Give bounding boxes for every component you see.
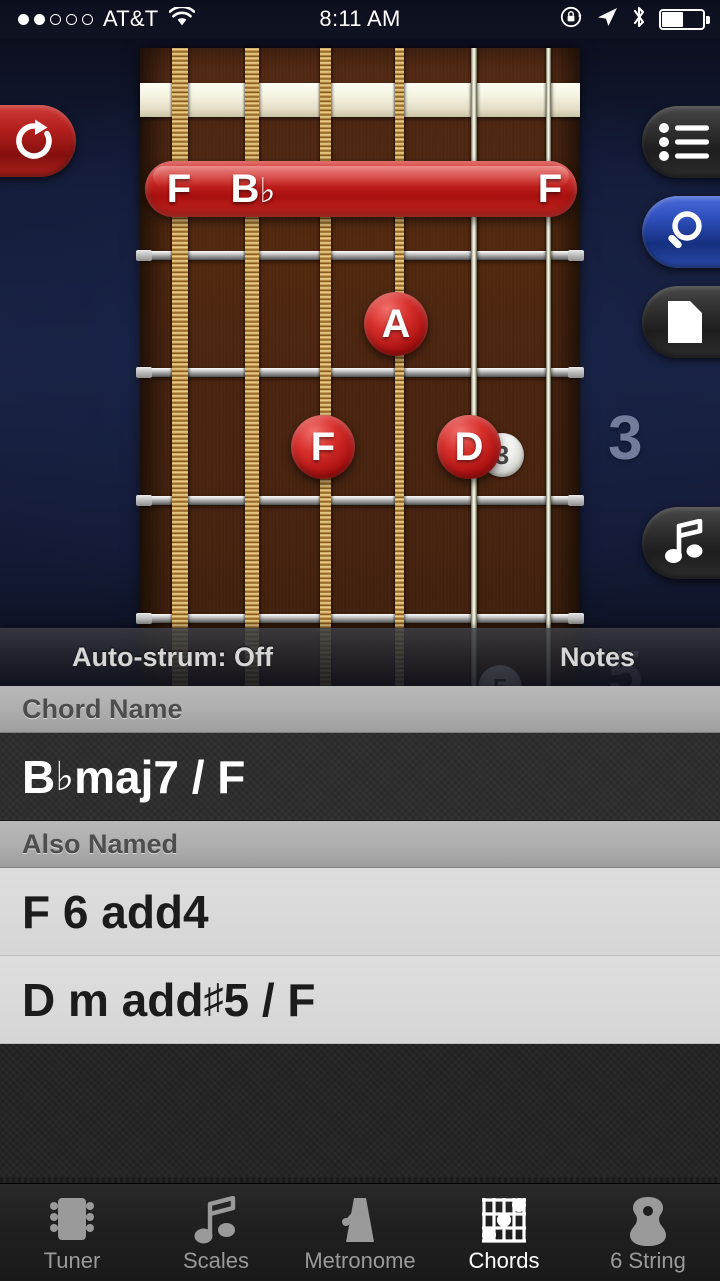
tab-label: Metronome xyxy=(304,1247,416,1273)
guitar-string-5[interactable] xyxy=(245,48,259,686)
chord-name-accidental: ♭ xyxy=(55,754,75,799)
alt-name-rest: 5 / F xyxy=(223,973,316,1026)
fretboard-nut xyxy=(140,83,580,117)
tab-metronome[interactable]: Metronome xyxy=(288,1184,432,1281)
note-marker-f[interactable]: F xyxy=(291,415,355,479)
tab-label: 6 String xyxy=(610,1247,686,1273)
tab-chords[interactable]: Chords xyxy=(432,1184,576,1281)
barre-chord-bar[interactable]: F B♭ F xyxy=(145,161,577,217)
status-bar: AT&T 8:11 AM xyxy=(0,0,720,38)
barre-label-string6: F xyxy=(166,166,192,211)
auto-strum-toggle[interactable]: Auto-strum: Off xyxy=(72,642,273,673)
alt-name-row[interactable]: F 6 add4 xyxy=(0,868,720,956)
tab-6-string[interactable]: 6 String xyxy=(576,1184,720,1281)
list-button[interactable] xyxy=(642,106,720,178)
tab-label: Chords xyxy=(468,1247,540,1273)
page-icon xyxy=(666,299,704,345)
guitar-body-icon xyxy=(623,1194,673,1246)
alt-name-row[interactable]: D m add ♯ 5 / F xyxy=(0,956,720,1044)
fret-wire xyxy=(136,250,584,261)
tab-label: Scales xyxy=(182,1247,250,1273)
chord-name-root: B xyxy=(22,750,56,803)
chord-diagram-stage: 3 5 F B♭ F A F D 3 5 xyxy=(0,38,720,686)
fret-wire xyxy=(136,613,584,624)
fret-wire xyxy=(136,367,584,378)
chord-diagram-icon xyxy=(478,1194,530,1246)
metronome-icon xyxy=(335,1194,385,1246)
guitar-string-3[interactable] xyxy=(395,48,404,686)
music-note-icon xyxy=(191,1194,241,1246)
guitar-string-4[interactable] xyxy=(320,48,331,686)
search-icon xyxy=(662,209,708,255)
chord-name-rest: maj7 / F xyxy=(74,750,246,803)
guitar-string-1[interactable] xyxy=(546,48,551,686)
list-icon xyxy=(658,121,712,163)
tabbar-top-strip xyxy=(0,1177,720,1183)
tab-scales[interactable]: Scales xyxy=(144,1184,288,1281)
alt-name-root: F 6 add4 xyxy=(22,885,209,938)
guitar-fretboard[interactable]: 3 5 F B♭ F A F D xyxy=(136,48,584,686)
battery-icon xyxy=(659,8,710,30)
chord-info-list: Chord Name B ♭ maj7 / F Also Named F 6 ad… xyxy=(0,686,720,1195)
page-button[interactable] xyxy=(642,286,720,358)
refresh-button[interactable] xyxy=(0,105,76,177)
search-button[interactable] xyxy=(642,196,720,268)
tab-tuner[interactable]: Tuner xyxy=(0,1184,144,1281)
strum-toolbar: Auto-strum: Off Notes xyxy=(0,628,720,686)
guitar-headstock-icon xyxy=(46,1194,98,1246)
note-marker-d[interactable]: D xyxy=(437,415,501,479)
fret-wire xyxy=(136,495,584,506)
alt-name-accidental: ♯ xyxy=(203,977,224,1021)
tab-label: Tuner xyxy=(43,1247,101,1273)
notes-button[interactable] xyxy=(642,507,720,579)
refresh-icon xyxy=(10,117,58,165)
section-header-also-named: Also Named xyxy=(0,821,720,868)
barre-label-string5: B♭ xyxy=(230,166,276,211)
guitar-string-2[interactable] xyxy=(471,48,477,686)
clock-label: 8:11 AM xyxy=(319,6,401,31)
guitar-string-6[interactable] xyxy=(172,48,188,686)
chord-name-row[interactable]: B ♭ maj7 / F xyxy=(0,733,720,821)
notes-toggle[interactable]: Notes xyxy=(560,642,635,673)
barre-label-string1: F xyxy=(537,166,563,211)
section-header-chord-name: Chord Name xyxy=(0,686,720,733)
tab-bar: Tuner Scales Metronome Chords 6 String xyxy=(0,1183,720,1281)
music-note-icon xyxy=(663,519,707,567)
alt-name-root: D m add xyxy=(22,973,204,1026)
fret-number-3: 3 xyxy=(608,404,643,473)
note-marker-a[interactable]: A xyxy=(364,292,428,356)
